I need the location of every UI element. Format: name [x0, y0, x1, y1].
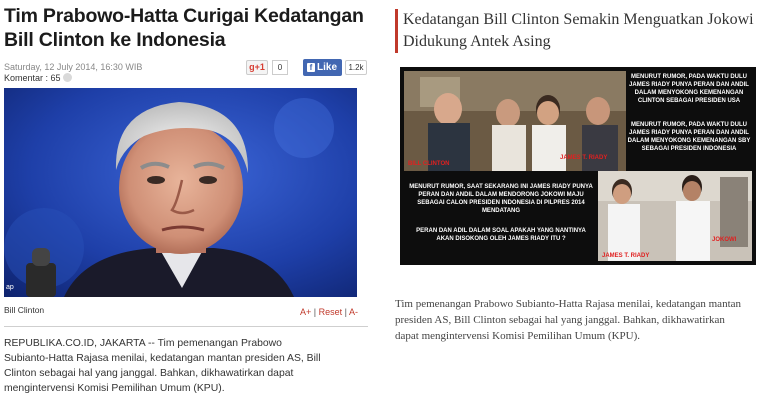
right-article: Kedatangan Bill Clinton Semakin Menguatk… — [378, 0, 768, 405]
headline-accent-bar — [395, 9, 398, 53]
collage-caption-3: MENURUT RUMOR, SAAT SEKARANG INI JAMES R… — [409, 184, 593, 214]
photo-caption: Bill Clinton — [4, 305, 45, 315]
collage-caption-1: MENURUT RUMOR, PADA WAKTU DULU JAMES RIA… — [629, 74, 749, 104]
collage-caption-4: PERAN DAN ADIL DALAM SOAL APAKAH YANG NA… — [416, 228, 586, 242]
facebook-like-label: Like — [317, 62, 338, 73]
right-article-body: Tim pemenangan Prabowo Subianto-Hatta Ra… — [395, 298, 742, 342]
separator: | — [344, 307, 348, 317]
label-james-riady-bottom: JAMES T. RIADY — [602, 253, 650, 259]
facebook-icon: f — [307, 63, 315, 72]
comment-count-label: Komentar : 65 — [4, 73, 61, 83]
article-date: Saturday, 12 July 2014, 16:30 WIB — [4, 62, 143, 72]
left-article: Tim Prabowo-Hatta Curigai Kedatangan Bil… — [0, 0, 372, 405]
right-headline[interactable]: Kedatangan Bill Clinton Semakin Menguatk… — [403, 9, 758, 53]
facebook-like-count: 1.2k — [345, 60, 367, 75]
label-bill-clinton: BILL CLINTON — [408, 161, 450, 167]
photo-collage[interactable]: MENURUT RUMOR, PADA WAKTU DULU JAMES RIA… — [400, 67, 756, 265]
label-jokowi: JOKOWI — [712, 237, 737, 243]
photo-watermark: ap — [6, 284, 14, 291]
divider — [4, 326, 368, 327]
comment-bubble-icon — [62, 73, 72, 82]
collage-caption-2: MENURUT RUMOR, PADA WAKTU DULU JAMES RIA… — [627, 122, 751, 152]
font-size-controls: A+ | Reset | A- — [300, 307, 358, 317]
font-decrease-link[interactable]: A- — [349, 307, 358, 317]
google-plus-count: 0 — [272, 60, 288, 75]
label-james-riady-top: JAMES T. RIADY — [560, 155, 608, 161]
article-body: REPUBLIKA.CO.ID, JAKARTA -- Tim pemenang… — [4, 338, 321, 394]
article-photo[interactable]: ap — [4, 88, 357, 297]
comment-count[interactable]: Komentar : 65 — [4, 73, 72, 83]
font-reset-link[interactable]: Reset — [319, 307, 343, 317]
article-headline[interactable]: Tim Prabowo-Hatta Curigai Kedatangan Bil… — [4, 4, 364, 52]
bill-clinton-photo — [4, 88, 357, 297]
facebook-like-button[interactable]: f Like — [303, 59, 342, 76]
separator: | — [313, 307, 317, 317]
google-plus-button[interactable]: g+1 — [246, 60, 268, 75]
font-increase-link[interactable]: A+ — [300, 307, 311, 317]
